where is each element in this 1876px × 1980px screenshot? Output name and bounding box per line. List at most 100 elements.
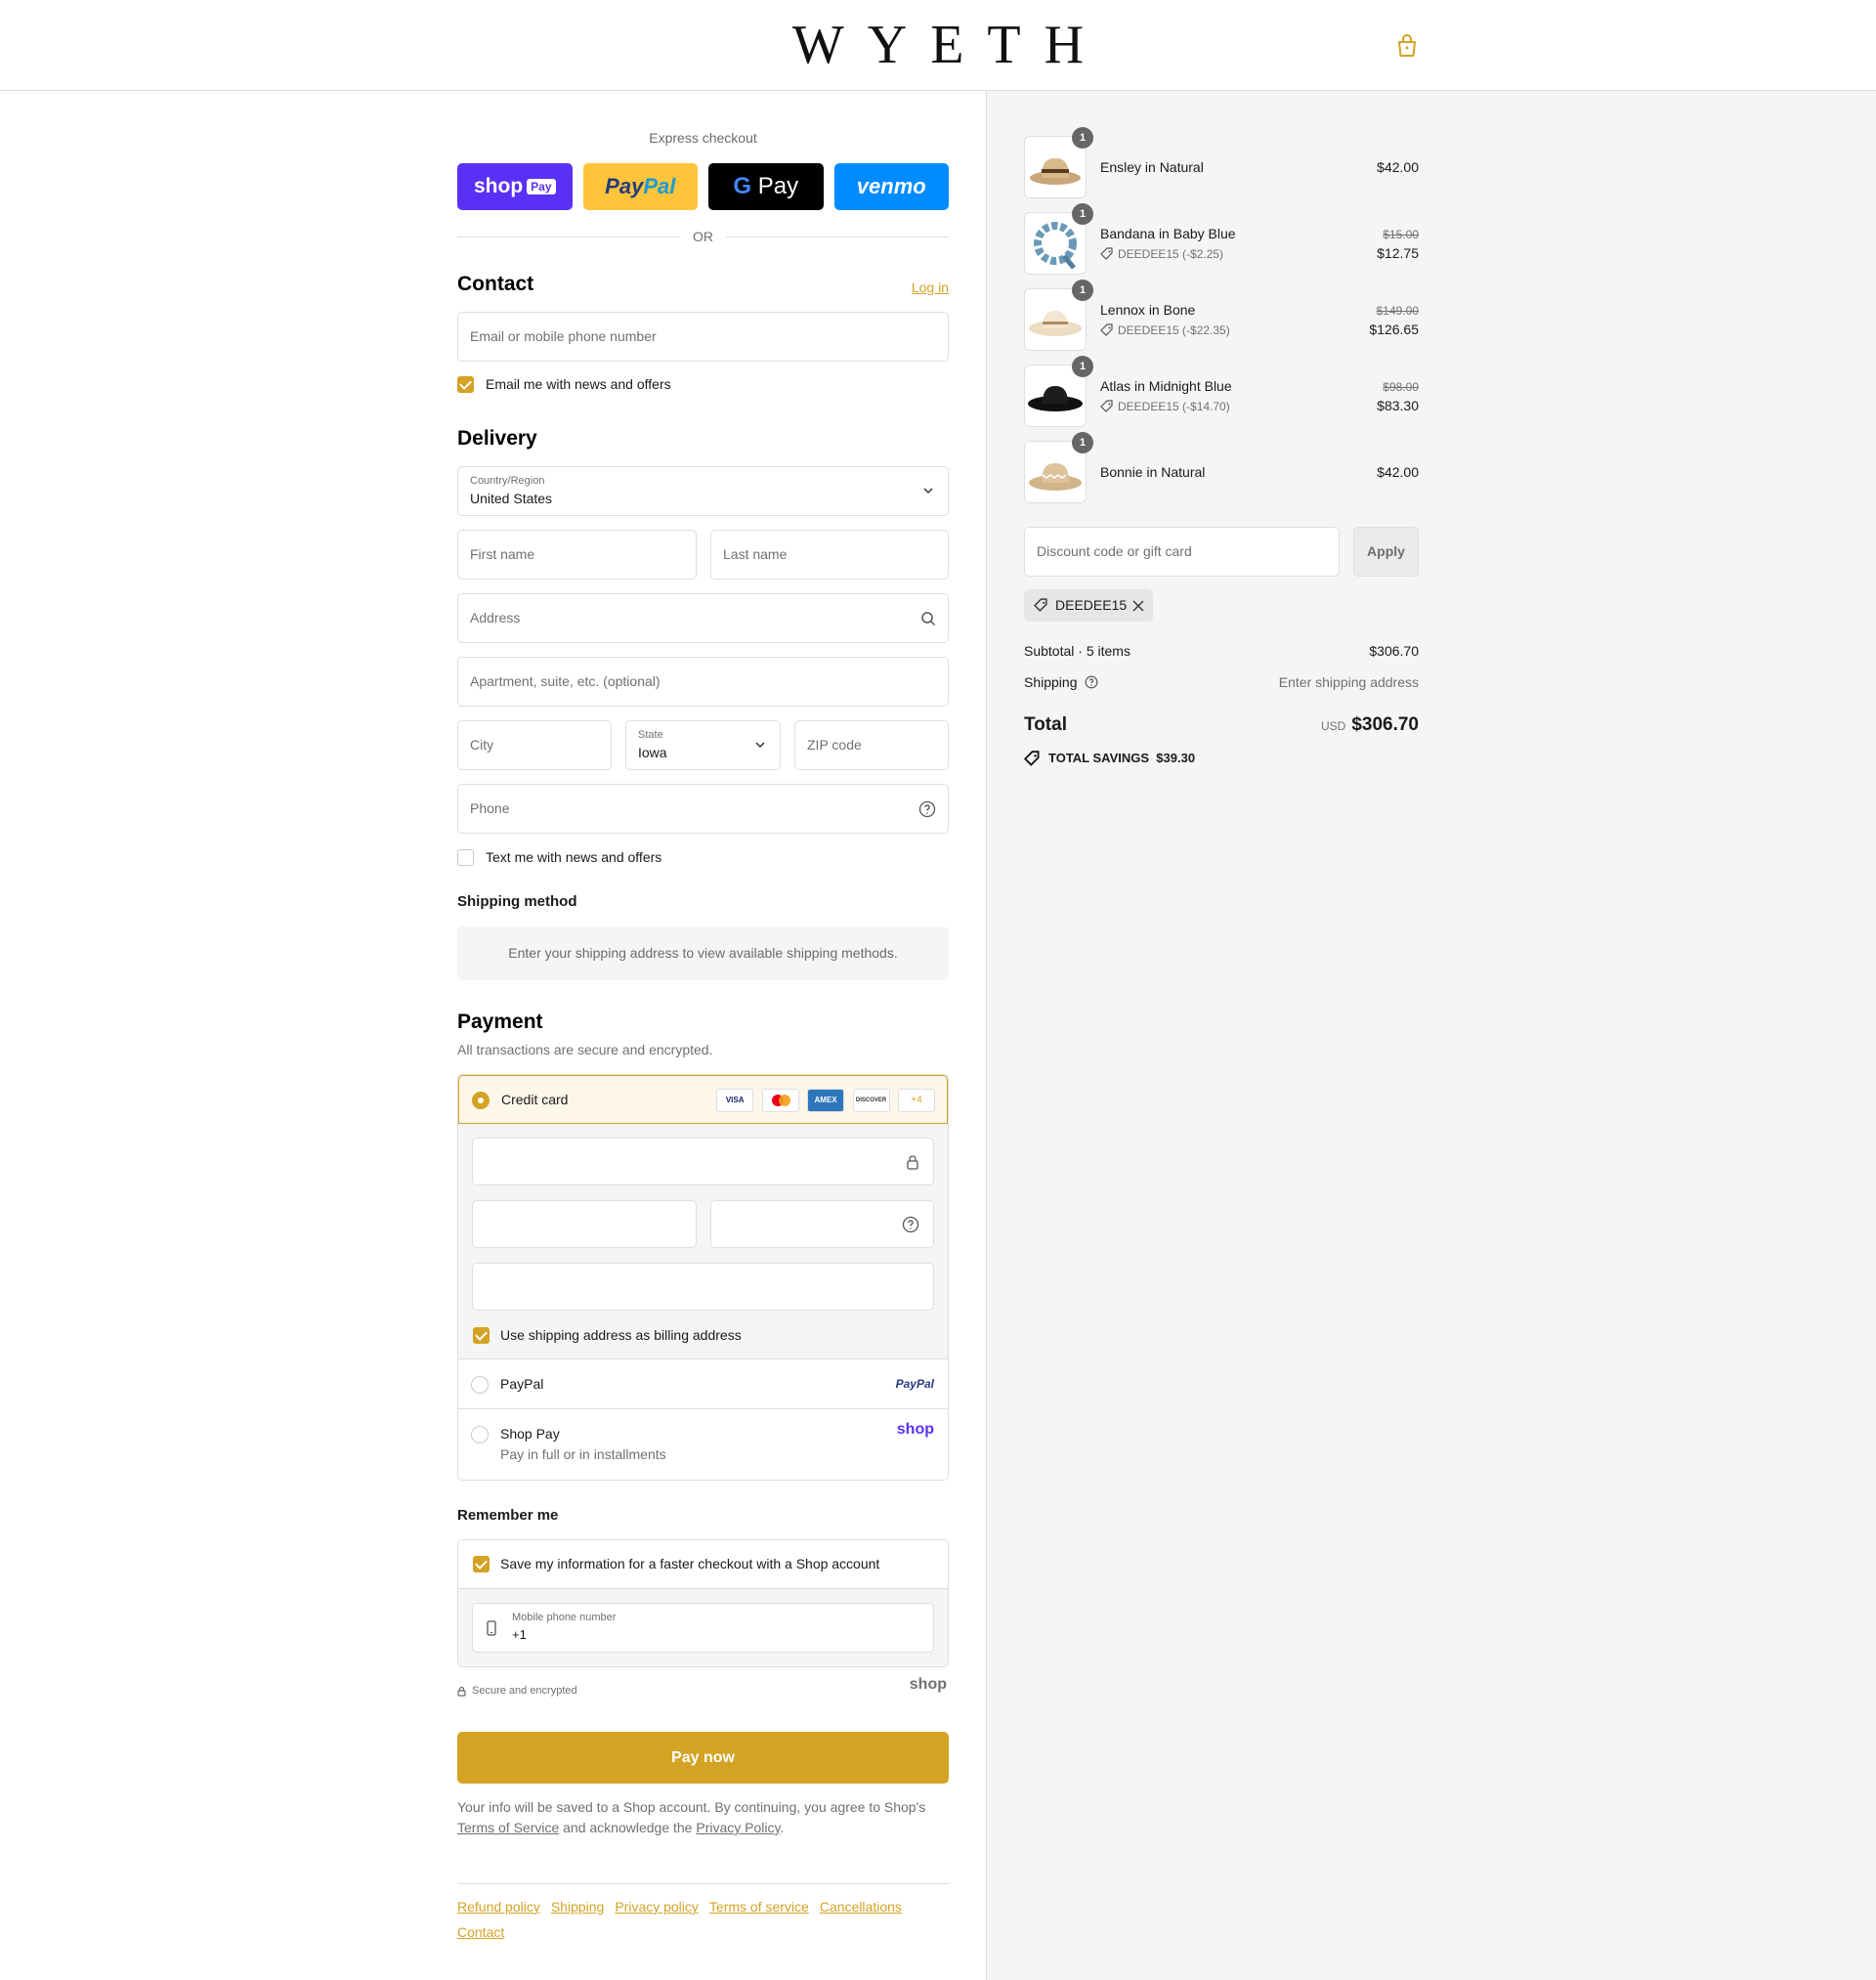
paypal-radio[interactable] (471, 1376, 489, 1394)
lock-icon (457, 1686, 466, 1697)
credit-card-radio[interactable] (472, 1092, 490, 1109)
savings-label: TOTAL SAVINGS (1048, 751, 1150, 765)
refund-policy-link[interactable]: Refund policy (457, 1899, 540, 1915)
discount-code-input[interactable]: Discount code or gift card (1024, 527, 1340, 577)
search-icon (921, 612, 936, 626)
help-icon[interactable] (1085, 675, 1098, 689)
item-price: $83.30 (1377, 398, 1419, 413)
state-select[interactable]: State Iowa (625, 720, 781, 770)
shipping-method-message: Enter your shipping address to view avai… (457, 926, 949, 980)
credit-card-option[interactable]: Credit card VISA AMEX DISCOVER +4 (458, 1075, 948, 1124)
visa-icon: VISA (716, 1089, 754, 1112)
expiry-field[interactable] (472, 1200, 697, 1248)
amex-icon: AMEX (807, 1089, 845, 1112)
cart-bag-icon[interactable] (1395, 33, 1419, 59)
contact-link[interactable]: Contact (457, 1924, 504, 1940)
cart-item: 1 Bandana in Baby Blue DEEDEE15 (-$2.25)… (1024, 203, 1419, 275)
item-name: Bonnie in Natural (1100, 464, 1206, 480)
savings-tag-icon (1024, 751, 1040, 766)
item-price: $42.00 (1377, 464, 1419, 480)
paypal-option[interactable]: PayPal PayPal (458, 1359, 948, 1409)
terms-of-service-link[interactable]: Terms of service (709, 1899, 809, 1915)
google-pay-button[interactable]: G Pay (708, 163, 824, 210)
paypal-label: PayPal (500, 1376, 544, 1392)
venmo-button[interactable]: venmo (833, 163, 949, 210)
total-value: $306.70 (1351, 714, 1419, 735)
total-amount: USD $306.70 (1270, 714, 1419, 736)
more-cards-badge: +4 (898, 1089, 935, 1112)
city-field[interactable]: City (457, 720, 612, 770)
contact-title: Contact (457, 273, 534, 295)
mastercard-icon (761, 1089, 799, 1112)
mobile-phone-field[interactable]: Mobile phone number +1 (472, 1603, 934, 1653)
cart-item: 1 Ensley in Natural $42.00 (1024, 127, 1419, 198)
text-news-checkbox[interactable] (457, 849, 474, 866)
shipping-link[interactable]: Shipping (551, 1899, 605, 1915)
cart-item: 1 Bonnie in Natural $42.00 (1024, 432, 1419, 503)
cancellations-link[interactable]: Cancellations (820, 1899, 902, 1915)
header: WYETH (0, 0, 1876, 91)
item-discount: DEEDEE15 (-$22.35) (1118, 323, 1230, 337)
help-icon[interactable] (918, 800, 936, 818)
last-name-field[interactable]: Last name (710, 530, 949, 580)
applied-discount-chip: DEEDEE15 (1024, 589, 1153, 622)
product-thumbnail: 1 (1024, 203, 1093, 275)
country-select[interactable]: Country/Region United States (457, 466, 949, 516)
cart-item: 1 Atlas in Midnight Blue DEEDEE15 (-$14.… (1024, 356, 1419, 427)
email-news-checkbox[interactable] (457, 376, 474, 393)
address-field[interactable]: Address (457, 593, 949, 643)
close-icon[interactable] (1132, 600, 1144, 612)
zip-field[interactable]: ZIP code (794, 720, 949, 770)
quantity-badge: 1 (1072, 432, 1093, 453)
save-info-row[interactable]: Save my information for a faster checkou… (458, 1540, 948, 1589)
secure-encrypted-label: Secure and encrypted (472, 1685, 577, 1697)
shoppay-radio[interactable] (471, 1426, 489, 1443)
first-name-field[interactable]: First name (457, 530, 697, 580)
mobile-row: Mobile phone number +1 (458, 1589, 948, 1666)
payment-subtitle: All transactions are secure and encrypte… (457, 1042, 713, 1057)
phone-field[interactable]: Phone (457, 784, 949, 834)
pay-now-button[interactable]: Pay now (457, 1732, 949, 1784)
item-name: Ensley in Natural (1100, 159, 1204, 175)
name-on-card-field[interactable] (472, 1263, 934, 1311)
tag-icon (1100, 323, 1113, 336)
shop-pay-button[interactable]: shop Pay (457, 163, 573, 210)
email-news-label: Email me with news and offers (486, 376, 671, 392)
payment-title: Payment (457, 1011, 543, 1033)
shipping-label: Shipping (1024, 674, 1078, 690)
savings-value: $39.30 (1156, 751, 1196, 765)
chevron-down-icon (755, 742, 765, 749)
email-field[interactable]: Email or mobile phone number (457, 312, 949, 362)
credit-card-label: Credit card (501, 1092, 569, 1107)
privacy-policy-link[interactable]: Privacy policy (615, 1899, 699, 1915)
shoppay-option[interactable]: Shop Pay Pay in full or in installments … (458, 1409, 948, 1480)
brand-logo[interactable]: WYETH (0, 14, 1876, 76)
billing-address-label: Use shipping address as billing address (500, 1327, 742, 1343)
item-discount: DEEDEE15 (-$2.25) (1118, 247, 1224, 261)
card-number-field[interactable] (472, 1138, 934, 1185)
privacy-link[interactable]: Privacy Policy (696, 1820, 780, 1835)
product-thumbnail: 1 (1024, 356, 1093, 427)
help-icon[interactable] (902, 1216, 919, 1233)
item-name: Bandana in Baby Blue (1100, 226, 1236, 241)
card-logos: VISA AMEX DISCOVER +4 (712, 1089, 935, 1112)
subtotal-value: $306.70 (1369, 643, 1419, 659)
shop-logo-icon: shop (909, 1676, 947, 1693)
terms-link[interactable]: Terms of Service (457, 1820, 559, 1835)
billing-address-checkbox[interactable] (473, 1327, 490, 1344)
applied-discount-code: DEEDEE15 (1055, 597, 1128, 613)
apartment-field[interactable]: Apartment, suite, etc. (optional) (457, 657, 949, 707)
shoppay-label: Shop Pay (500, 1426, 560, 1442)
save-info-label: Save my information for a faster checkou… (500, 1556, 880, 1571)
or-divider: OR (457, 228, 949, 245)
save-info-checkbox[interactable] (473, 1556, 490, 1572)
tag-icon (1100, 400, 1113, 412)
item-price: $126.65 (1369, 322, 1419, 337)
shoppay-sublabel: Pay in full or in installments (500, 1446, 666, 1462)
express-buttons: shop Pay Pay Pal G Pay venmo (457, 163, 949, 212)
login-link[interactable]: Log in (912, 280, 949, 295)
apply-button[interactable]: Apply (1353, 527, 1419, 577)
paypal-express-button[interactable]: Pay Pal (582, 163, 698, 210)
security-code-field[interactable] (710, 1200, 934, 1248)
total-label: Total (1024, 714, 1067, 735)
